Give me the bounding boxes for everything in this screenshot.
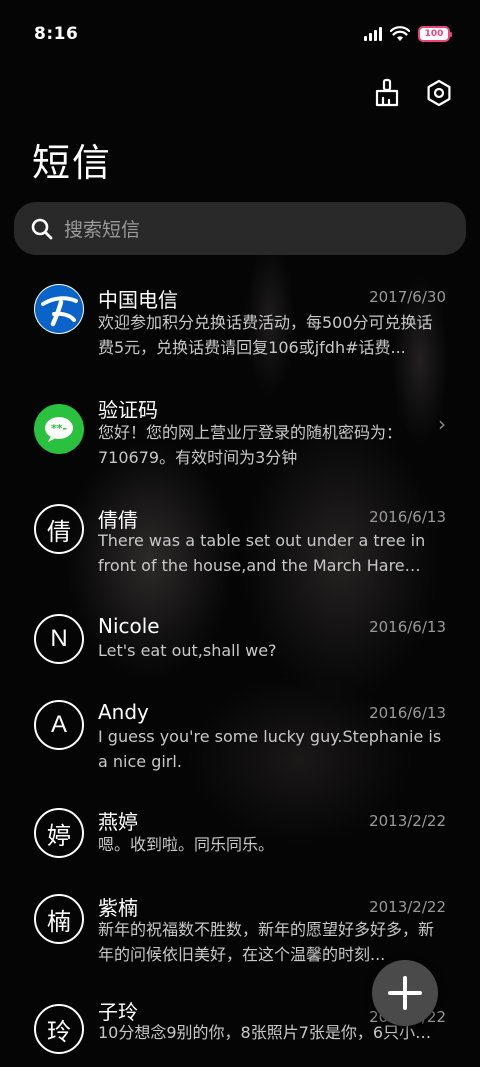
status-bar: 8:16 100 — [0, 0, 480, 68]
list-item[interactable]: A Andy 2016/6/13 I guess you're some luc… — [0, 698, 480, 798]
contact-name: Nicole — [98, 614, 160, 638]
message-preview: 您好！您的网上营业厅登录的随机密码为：710679。有效时间为3分钟 — [98, 423, 403, 467]
message-date: 2017/6/30 — [369, 288, 446, 306]
battery-level: 100 — [424, 29, 444, 39]
settings-button[interactable] — [424, 78, 454, 108]
settings-icon — [427, 79, 451, 107]
new-message-button[interactable] — [372, 960, 438, 1026]
broom-icon — [375, 78, 399, 107]
contact-avatar: N — [34, 614, 84, 664]
contact-avatar: 楠 — [34, 894, 84, 944]
wifi-icon — [390, 26, 410, 41]
status-icons: 100 — [364, 26, 452, 42]
china-telecom-logo-icon — [34, 284, 84, 334]
message-date: 2016/6/13 — [369, 618, 446, 636]
contact-name: 紫楠 — [98, 896, 138, 920]
top-actions — [372, 78, 454, 108]
message-preview: 新年的祝福数不胜数，新年的愿望好多好多，新年的问候依旧美好，在这个温馨的时刻..… — [98, 920, 435, 964]
message-date: 2013/2/22 — [369, 812, 446, 830]
contact-name: 燕婷 — [98, 810, 138, 834]
message-preview: 10分想念9别的你，8张照片7张是你，6只小狗5只像你，4根骨头3根归你，2爪着… — [98, 1023, 442, 1042]
clean-button[interactable] — [372, 78, 402, 108]
battery-icon: 100 — [418, 26, 452, 42]
message-date: 2013/2/22 — [369, 898, 446, 916]
contact-name: 中国电信 — [98, 288, 178, 312]
list-item[interactable]: 婷 燕婷 2013/2/22 嗯。收到啦。同乐同乐。 — [0, 806, 480, 876]
list-item[interactable]: 倩 倩倩 2016/6/13 There was a table set out… — [0, 502, 480, 602]
contact-avatar: A — [34, 700, 84, 750]
signal-icon — [364, 27, 382, 41]
contact-name: 验证码 — [98, 398, 158, 422]
list-item[interactable]: N Nicole 2016/6/13 Let's eat out,shall w… — [0, 612, 480, 682]
search-input[interactable]: 搜索短信 — [14, 202, 466, 255]
list-item[interactable]: 中国电信 2017/6/30 欢迎参加积分兑换话费活动，每500分可兑换话费5元… — [0, 282, 480, 382]
message-bubble-icon: **- — [34, 404, 84, 454]
message-preview: 嗯。收到啦。同乐同乐。 — [98, 835, 275, 854]
message-date: 2016/6/13 — [369, 704, 446, 722]
message-preview: 欢迎参加积分兑换话费活动，每500分可兑换话费5元，兑换话费请回复106或jfd… — [98, 313, 433, 357]
contact-name: Andy — [98, 700, 149, 724]
message-preview: There was a table set out under a tree i… — [98, 531, 426, 575]
search-placeholder: 搜索短信 — [64, 219, 141, 241]
contact-avatar: 玲 — [34, 1004, 84, 1054]
list-item[interactable]: **- 验证码 › 您好！您的网上营业厅登录的随机密码为：710679。有效时间… — [0, 392, 480, 492]
contact-avatar: 倩 — [34, 504, 84, 554]
page-title: 短信 — [32, 141, 113, 185]
svg-text:**-: **- — [51, 422, 67, 435]
contact-avatar: 婷 — [34, 808, 84, 858]
message-preview: I guess you're some lucky guy.Stephanie … — [98, 727, 442, 771]
plus-icon — [388, 976, 422, 1010]
message-date: 2016/6/13 — [369, 508, 446, 526]
message-preview: Let's eat out,shall we? — [98, 641, 277, 660]
search-icon — [31, 218, 53, 239]
status-time: 8:16 — [34, 24, 79, 44]
